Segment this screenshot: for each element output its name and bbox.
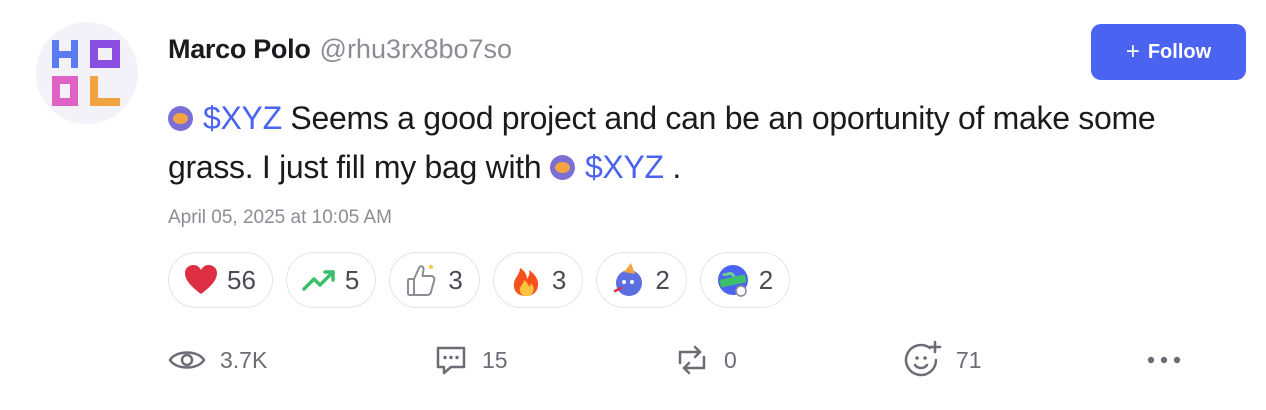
follow-button[interactable]: + Follow — [1091, 24, 1246, 80]
token-link[interactable]: $XYZ — [585, 149, 664, 185]
follow-label: Follow — [1147, 40, 1212, 63]
hodl-globe-icon — [717, 265, 748, 297]
reaction-count: 3 — [551, 264, 567, 295]
fire-icon — [513, 268, 539, 296]
reposts-count: 0 — [724, 346, 737, 373]
eye-icon — [168, 351, 206, 369]
post-timestamp: April 05, 2025 at 10:05 AM — [168, 207, 392, 228]
party-blob-icon — [614, 263, 643, 296]
user-name[interactable]: Marco Polo — [168, 34, 311, 65]
reaction-count: 2 — [655, 264, 670, 295]
token-link[interactable]: $XYZ — [203, 100, 282, 136]
plus-icon: + — [1125, 38, 1140, 65]
reaction-count: 56 — [227, 264, 256, 295]
add-emoji-icon — [904, 340, 942, 377]
reaction-pill-party[interactable]: 2 — [596, 252, 687, 308]
comments-count: 15 — [482, 346, 508, 373]
avatar[interactable] — [36, 22, 138, 124]
comment-icon — [436, 346, 466, 375]
reaction-pill-trending[interactable]: 5 — [285, 252, 377, 308]
post-text: $XYZ Seems a good project and can be an … — [168, 94, 1228, 192]
more-options-button[interactable] — [1146, 338, 1182, 382]
user-handle[interactable]: @rhu3rx8bo7so — [320, 34, 513, 65]
post-text-part-2: . — [663, 149, 681, 185]
reaction-count: 5 — [344, 264, 360, 295]
reaction-pill-fire[interactable]: 3 — [492, 252, 584, 308]
thumbs-up-icon — [407, 265, 436, 296]
comment-action[interactable]: 15 — [434, 338, 508, 382]
reaction-count: 2 — [758, 264, 774, 295]
views-count: 3.7K — [220, 346, 268, 373]
add-reaction-action[interactable]: 71 — [902, 338, 982, 382]
repost-icon — [678, 345, 706, 375]
reaction-bar: 56 5 3 3 2 2 — [168, 252, 791, 308]
reaction-pill-hodl[interactable]: 2 — [699, 252, 791, 308]
post-header: Marco Polo @rhu3rx8bo7so — [168, 34, 512, 65]
token-coin-icon — [168, 106, 193, 131]
views-action[interactable]: 3.7K — [168, 338, 267, 382]
reaction-pill-heart[interactable]: 56 — [168, 252, 273, 308]
hodl-logo-icon — [52, 40, 120, 106]
more-icon — [1147, 356, 1181, 364]
token-coin-icon — [549, 155, 575, 180]
reaction-count: 3 — [448, 264, 463, 295]
heart-icon — [185, 265, 217, 294]
trending-up-icon — [302, 270, 335, 291]
reaction-pill-thumbs[interactable]: 3 — [389, 252, 480, 308]
reactions-total-count: 71 — [956, 346, 982, 373]
repost-action[interactable]: 0 — [674, 338, 737, 382]
action-bar: 3.7K 15 0 71 — [168, 338, 1198, 382]
